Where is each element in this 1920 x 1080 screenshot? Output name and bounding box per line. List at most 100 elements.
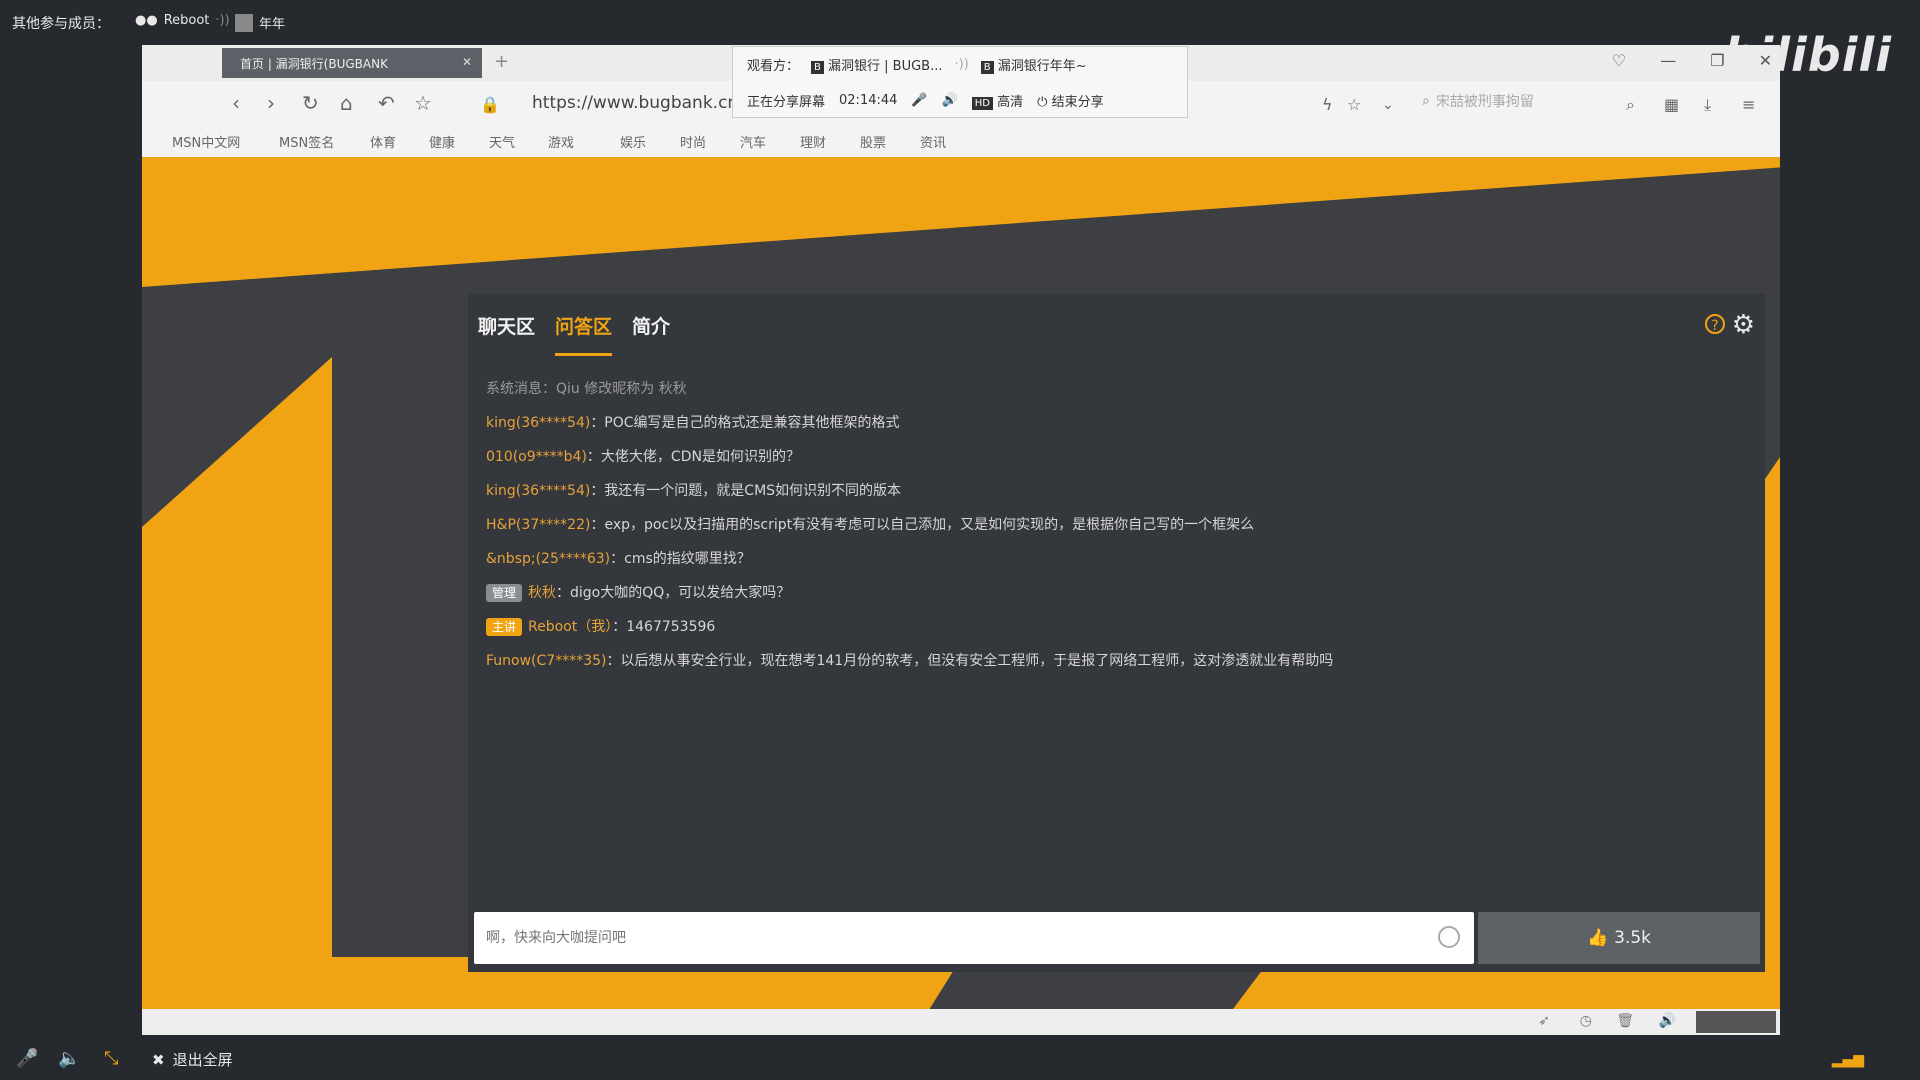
audio-wave-icon: ·)) <box>954 57 969 72</box>
message-text: ：exp，poc以及扫描用的script有没有考虑可以自己添加，又是如何实现的，… <box>590 517 1255 533</box>
list-item: 管理 秋秋：digo大咖的QQ，可以发给大家吗？ <box>486 576 1746 610</box>
question-input[interactable] <box>474 912 1388 964</box>
fav-item[interactable]: 体育 <box>370 132 396 151</box>
fav-item[interactable]: MSN签名 <box>279 132 334 151</box>
fav-item[interactable]: 娱乐 <box>620 132 646 151</box>
qa-panel: 聊天区 问答区 简介 ? ⚙ 系统消息：Qiu 修改昵称为 秋秋 king(36… <box>468 294 1765 972</box>
viewer-item[interactable]: B 漏洞银行年年~ <box>980 55 1087 74</box>
microphone-icon[interactable]: 🎤 <box>16 1048 38 1069</box>
close-tab-icon[interactable]: ✕ <box>462 55 472 69</box>
list-item: king(36****54)：我还有一个问题，就是CMS如何识别不同的版本 <box>486 474 1746 508</box>
emoji-icon[interactable] <box>1438 926 1460 948</box>
list-item: 010(o9****b4)：大佬大佬，CDN是如何识别的？ <box>486 440 1746 474</box>
fav-item[interactable]: 资讯 <box>920 132 946 151</box>
speaker-icon: ●● <box>135 13 158 28</box>
collapse-icon: ✖ <box>152 1050 165 1069</box>
message-author[interactable]: 010(o9****b4) <box>486 449 587 465</box>
message-text: ：cms的指纹哪里找？ <box>610 551 751 567</box>
refresh-icon[interactable]: ↻ <box>302 91 319 115</box>
browser-tab[interactable]: 首页 | 漏洞银行(BUGBANK ✕ <box>222 48 482 78</box>
message-author[interactable]: king(36****54) <box>486 483 590 499</box>
flash-icon[interactable]: ϟ <box>1322 95 1333 114</box>
participant-reboot[interactable]: ●● Reboot ·)) <box>135 13 230 28</box>
message-text: ：以后想从事安全行业，现在想考141月份的软考，但没有安全工程师，于是报了网络工… <box>606 653 1334 669</box>
fav-item[interactable]: 汽车 <box>740 132 766 151</box>
list-item: &nbsp;(25****63)：cms的指纹哪里找？ <box>486 542 1746 576</box>
clock-icon[interactable]: ◷ <box>1580 1013 1592 1029</box>
share-timer: 02:14:44 <box>839 93 898 108</box>
minimize-icon[interactable]: — <box>1660 51 1676 70</box>
message-author[interactable]: Reboot（我） <box>528 619 612 635</box>
volume-icon[interactable]: 🔊 <box>1659 1013 1676 1029</box>
gear-icon[interactable]: ⚙ <box>1732 310 1755 340</box>
fav-item[interactable]: 股票 <box>860 132 886 151</box>
thumbs-up-icon: 👍 <box>1586 928 1609 948</box>
rocket-icon[interactable]: ➶ <box>1538 1013 1550 1029</box>
speaker-icon[interactable]: 🔈 <box>58 1048 80 1069</box>
screen-share-popup: 观看方： B 漏洞银行 | BUGB... ·)) B 漏洞银行年年~ 正在分享… <box>732 46 1188 118</box>
message-text: ：我还有一个问题，就是CMS如何识别不同的版本 <box>590 483 902 499</box>
download-icon[interactable]: ⤓ <box>1704 95 1711 115</box>
tab-chat[interactable]: 聊天区 <box>478 312 535 356</box>
fav-item[interactable]: 理财 <box>800 132 826 151</box>
hd-quality-toggle[interactable]: HD 高清 <box>971 91 1023 110</box>
chevron-down-icon[interactable]: ⌄ <box>1382 97 1394 113</box>
message-author[interactable]: &nbsp;(25****63) <box>486 551 610 567</box>
maximize-icon[interactable]: ❐ <box>1710 51 1724 70</box>
tab-qa[interactable]: 问答区 <box>555 312 613 356</box>
menu-icon[interactable]: ≡ <box>1742 95 1755 114</box>
bottom-control-bar <box>0 1044 1920 1080</box>
back-icon[interactable]: ‹ <box>232 91 240 115</box>
like-count: 3.5k <box>1614 928 1652 948</box>
fav-item[interactable]: MSN中文网 <box>172 132 240 151</box>
message-author[interactable]: H&P(37****22) <box>486 517 590 533</box>
search-input[interactable]: ⌕ 宋喆被刑事拘留 <box>1422 87 1612 115</box>
participant-niannian[interactable]: 年年 <box>235 13 285 32</box>
panel-tabs: 聊天区 问答区 简介 <box>478 312 670 356</box>
list-item: Funow(C7****35)：以后想从事安全行业，现在想考141月份的软考，但… <box>486 644 1746 678</box>
fav-item[interactable]: 游戏 <box>548 132 574 151</box>
participants-bar: 其他参与成员： ●● Reboot ·)) 年年 <box>0 0 1920 44</box>
list-item: king(36****54)：POC编写是自己的格式还是兼容其他框架的格式 <box>486 406 1746 440</box>
skin-icon[interactable]: ♡ <box>1612 51 1626 70</box>
like-button[interactable]: 👍 3.5k <box>1478 912 1760 964</box>
bookmark-icon[interactable]: ☆ <box>1347 95 1361 114</box>
message-author[interactable]: Funow(C7****35) <box>486 653 606 669</box>
message-author[interactable]: king(36****54) <box>486 415 590 431</box>
fav-item[interactable]: 健康 <box>429 132 455 151</box>
undo-icon[interactable]: ↶ <box>378 91 395 115</box>
help-icon[interactable]: ? <box>1705 314 1725 334</box>
message-author[interactable]: 秋秋 <box>528 585 556 601</box>
message-list: 系统消息：Qiu 修改昵称为 秋秋 king(36****54)：POC编写是自… <box>486 372 1746 678</box>
star-icon[interactable]: ☆ <box>414 91 432 115</box>
end-share-button[interactable]: ⏻ 结束分享 <box>1037 91 1103 110</box>
extension-icon[interactable]: ▦ <box>1664 95 1679 114</box>
tray-icons[interactable] <box>1696 1011 1776 1033</box>
forward-icon[interactable]: › <box>267 91 275 115</box>
microphone-icon[interactable]: 🎤 <box>911 93 927 108</box>
avatar <box>235 13 253 32</box>
viewer-item[interactable]: B 漏洞银行 | BUGB... <box>811 55 943 74</box>
new-tab-icon[interactable]: + <box>494 51 509 72</box>
participants-label: 其他参与成员： <box>12 16 110 32</box>
message-text: ：1467753596 <box>612 619 716 635</box>
exit-fullscreen-button[interactable]: ✖ 退出全屏 <box>152 1049 233 1070</box>
trash-icon[interactable]: 🗑 <box>1616 1013 1634 1029</box>
camera-icon[interactable]: ⤡ <box>104 1048 118 1069</box>
power-icon: ⏻ <box>1037 95 1048 110</box>
avatar: B <box>980 61 994 74</box>
list-item: H&P(37****22)：exp，poc以及扫描用的script有没有考虑可以… <box>486 508 1746 542</box>
host-badge: 主讲 <box>486 618 523 636</box>
url-field[interactable]: https://www.bugbank.cn <box>532 93 738 113</box>
fav-item[interactable]: 时尚 <box>680 132 706 151</box>
close-icon[interactable]: ✕ <box>1759 51 1772 70</box>
browser-window: 首页 | 漏洞银行(BUGBANK ✕ + ♡ — ❐ ✕ ‹ › ↻ ⌂ ↶ … <box>142 45 1780 1035</box>
hd-chip: HD <box>971 97 994 110</box>
signal-icon: ▂▄▆ <box>1831 1052 1864 1068</box>
home-icon[interactable]: ⌂ <box>340 91 353 115</box>
browser-status-bar: ➶ ◷ 🗑 🔊 <box>142 1009 1780 1035</box>
search-button-icon[interactable]: ⌕ <box>1626 95 1635 115</box>
tab-intro[interactable]: 简介 <box>632 312 670 356</box>
volume-icon[interactable]: 🔊 <box>942 93 958 108</box>
fav-item[interactable]: 天气 <box>489 132 515 151</box>
